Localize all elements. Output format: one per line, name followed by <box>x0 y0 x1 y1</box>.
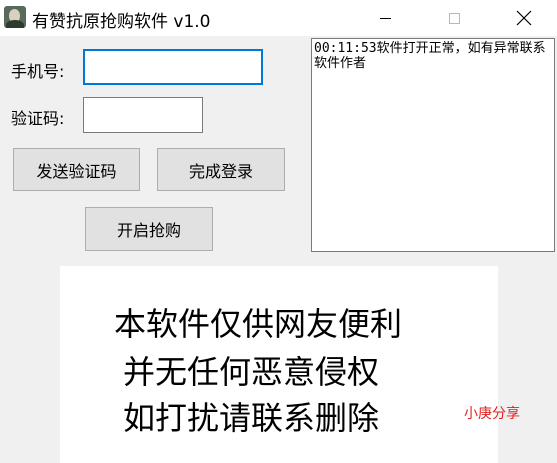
log-textarea[interactable]: 00:11:53软件打开正常，如有异常联系软件作者 <box>311 38 555 252</box>
notice-panel: 本软件仅供网友便利 并无任何恶意侵权 如打扰请联系删除 <box>60 266 498 463</box>
complete-login-button[interactable]: 完成登录 <box>157 148 285 191</box>
maximize-button[interactable] <box>431 0 477 36</box>
maximize-icon <box>448 12 460 24</box>
minimize-button[interactable] <box>362 0 408 36</box>
phone-input[interactable] <box>83 49 263 85</box>
send-code-button[interactable]: 发送验证码 <box>13 148 140 191</box>
title-bar[interactable]: 有赞抗原抢购软件 v1.0 <box>0 0 557 36</box>
phone-label: 手机号: <box>11 62 65 81</box>
start-grab-button[interactable]: 开启抢购 <box>85 207 213 251</box>
verification-code-input[interactable] <box>83 97 203 133</box>
minimize-icon <box>379 17 391 19</box>
app-avatar-icon <box>4 6 26 28</box>
notice-line-2: 并无任何恶意侵权 <box>123 353 380 391</box>
verification-code-label: 验证码: <box>11 109 65 128</box>
close-icon <box>516 10 532 26</box>
watermark-text: 小庚分享 <box>464 406 520 422</box>
close-button[interactable] <box>501 0 547 36</box>
notice-line-3: 如打扰请联系删除 <box>123 399 380 437</box>
window-title: 有赞抗原抢购软件 v1.0 <box>32 12 211 32</box>
notice-line-1: 本软件仅供网友便利 <box>114 305 403 343</box>
app-window: 有赞抗原抢购软件 v1.0 手机号: 验证码: 发送验证码 完成登录 开启抢购 … <box>0 0 557 463</box>
